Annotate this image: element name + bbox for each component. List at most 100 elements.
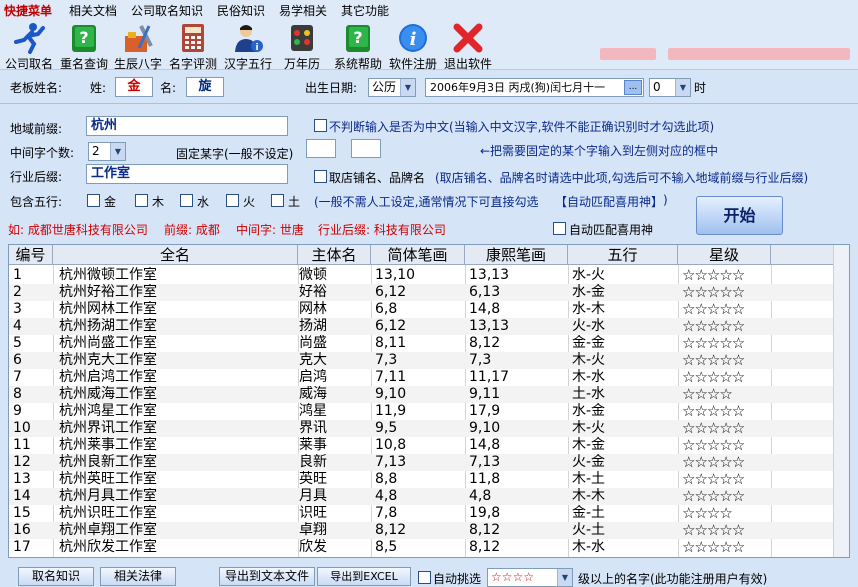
cell-mainname: 威海: [299, 386, 327, 402]
auto-match-checkbox[interactable]: [553, 222, 566, 235]
cell-mainname: 网林: [299, 301, 327, 317]
cell-mainname: 微顿: [299, 267, 327, 283]
cell-simplified-strokes: 10,8: [375, 437, 407, 453]
cell-simplified-strokes: 8,11: [375, 335, 407, 351]
menu-other[interactable]: 其它功能: [341, 2, 389, 19]
suffix-input[interactable]: 工作室: [86, 164, 288, 184]
hour-unit-label: 时: [694, 81, 707, 95]
toolbar-help[interactable]: ? 系统帮助: [332, 20, 384, 72]
toolbar-duplicate-check[interactable]: ? 重名查询: [58, 20, 110, 72]
cell-id: 16: [13, 522, 31, 538]
column-header-stars[interactable]: 星级: [678, 245, 771, 265]
cell-simplified-strokes: 8,12: [375, 522, 407, 538]
cell-kangxi-strokes: 14,8: [469, 437, 501, 453]
column-header-wuxing[interactable]: 五行: [568, 245, 678, 265]
cell-stars: ☆☆☆☆☆: [682, 454, 745, 471]
wuxing-wood-checkbox[interactable]: [135, 194, 148, 207]
menu-yixue[interactable]: 易学相关: [279, 2, 327, 19]
menu-folk-knowledge[interactable]: 民俗知识: [217, 2, 265, 19]
toolbar-company-naming[interactable]: 公司取名: [2, 20, 56, 72]
cell-wuxing: 木-木: [572, 488, 606, 504]
table-row[interactable]: 2 杭州好裕工作室 好裕 6,12 6,13 水-金 ☆☆☆☆☆: [9, 284, 849, 301]
menu-docs[interactable]: 相关文档: [69, 2, 117, 19]
menu-quick[interactable]: 快捷菜单: [4, 2, 52, 19]
column-header-simplified-strokes[interactable]: 简体笔画: [371, 245, 465, 265]
cell-wuxing: 木-火: [572, 420, 606, 436]
star-level-hint: 级以上的名字(此功能注册用户有效): [578, 572, 768, 586]
table-row[interactable]: 1 杭州微顿工作室 微顿 13,10 13,13 水-火 ☆☆☆☆☆: [9, 267, 849, 284]
table-row[interactable]: 6 杭州克大工作室 克大 7,3 7,3 木-火 ☆☆☆☆☆: [9, 352, 849, 369]
cell-stars: ☆☆☆☆☆: [682, 267, 745, 284]
menu-naming-knowledge[interactable]: 公司取名知识: [131, 2, 203, 19]
column-header-fullname[interactable]: 全名: [53, 245, 298, 265]
table-row[interactable]: 13 杭州英旺工作室 英旺 8,8 11,8 木-土 ☆☆☆☆☆: [9, 471, 849, 488]
birth-date-input[interactable]: 2006年9月3日 丙戌(狗)闰七月十一: [425, 78, 644, 97]
table-row[interactable]: 8 杭州威海工作室 威海 9,10 9,11 土-水 ☆☆☆☆: [9, 386, 849, 403]
auto-pick-checkbox[interactable]: [418, 571, 431, 584]
middle-count-label: 中间字个数:: [10, 146, 75, 160]
related-law-button[interactable]: 相关法律: [100, 567, 176, 586]
hour-select[interactable]: 0 ▼: [649, 78, 691, 97]
toolbar-name-evaluation[interactable]: 名字评测: [168, 20, 218, 72]
auto-match-checkbox-label: 自动匹配喜用神: [569, 223, 654, 237]
calendar-select[interactable]: 公历 ▼: [368, 78, 416, 97]
table-row[interactable]: 5 杭州尚盛工作室 尚盛 8,11 8,12 金-金 ☆☆☆☆☆: [9, 335, 849, 352]
cell-mainname: 扬湖: [299, 318, 327, 334]
auto-match-link[interactable]: 【自动匹配喜用神】: [555, 193, 663, 210]
cell-fullname: 杭州莱事工作室: [59, 437, 157, 453]
table-row[interactable]: 12 杭州良新工作室 良新 7,13 7,13 火-金 ☆☆☆☆☆: [9, 454, 849, 471]
toolbar-bazi[interactable]: 生辰八字: [112, 20, 164, 72]
date-picker-button[interactable]: ...: [624, 80, 642, 95]
example-suffix: 行业后缀: 科技有限公司: [318, 223, 446, 237]
cell-stars: ☆☆☆☆☆: [682, 488, 745, 505]
cell-wuxing: 金-金: [572, 335, 606, 351]
column-header-mainname[interactable]: 主体名: [298, 245, 371, 265]
table-row[interactable]: 11 杭州莱事工作室 莱事 10,8 14,8 木-金 ☆☆☆☆☆: [9, 437, 849, 454]
wuxing-gold-label: 金: [104, 195, 117, 209]
cell-kangxi-strokes: 17,9: [469, 403, 501, 419]
table-row[interactable]: 17 杭州欣发工作室 欣发 8,5 8,12 木-水 ☆☆☆☆☆: [9, 539, 849, 556]
given-name-input[interactable]: 旋: [186, 77, 224, 97]
table-row[interactable]: 3 杭州网林工作室 网林 6,8 14,8 水-木 ☆☆☆☆☆: [9, 301, 849, 318]
table-row[interactable]: 15 杭州识旺工作室 识旺 7,8 19,8 金-土 ☆☆☆☆: [9, 505, 849, 522]
cell-fullname: 杭州鸿星工作室: [59, 403, 157, 419]
svg-text:?: ?: [79, 28, 88, 47]
table-row[interactable]: 10 杭州界讯工作室 界讯 9,5 9,10 木-火 ☆☆☆☆☆: [9, 420, 849, 437]
table-row[interactable]: 16 杭州卓翔工作室 卓翔 8,12 8,12 火-土 ☆☆☆☆☆: [9, 522, 849, 539]
surname-input[interactable]: 金: [115, 77, 153, 97]
table-row[interactable]: 4 杭州扬湖工作室 扬湖 6,12 13,13 火-水 ☆☆☆☆☆: [9, 318, 849, 335]
wuxing-water-checkbox[interactable]: [180, 194, 193, 207]
middle-count-select[interactable]: 2 ▼: [88, 142, 126, 161]
toolbar-character-wuxing[interactable]: i 汉字五行: [222, 20, 274, 72]
store-brand-checkbox[interactable]: [314, 170, 327, 183]
fixed-char-hint: ←把需要固定的某个字输入到左侧对应的框中: [480, 144, 719, 158]
export-text-button[interactable]: 导出到文本文件: [219, 567, 315, 586]
no-chinese-check-checkbox[interactable]: [314, 119, 327, 132]
star-level-select[interactable]: ☆☆☆☆ ▼: [487, 568, 573, 587]
column-header-id[interactable]: 编号: [9, 245, 53, 265]
vertical-scrollbar[interactable]: [833, 245, 849, 557]
fixed-char-input-2[interactable]: [351, 139, 381, 158]
wuxing-earth-checkbox[interactable]: [271, 194, 284, 207]
toolbar-exit[interactable]: 退出软件: [442, 20, 494, 72]
table-row[interactable]: 9 杭州鸿星工作室 鸿星 11,9 17,9 水-金 ☆☆☆☆☆: [9, 403, 849, 420]
cell-mainname: 良新: [299, 454, 327, 470]
toolbar-calendar[interactable]: 万年历: [280, 20, 324, 72]
table-row[interactable]: 7 杭州启鸿工作室 启鸿 7,11 11,17 木-水 ☆☆☆☆☆: [9, 369, 849, 386]
export-excel-button[interactable]: 导出到EXCEL: [317, 567, 411, 586]
column-header-kangxi-strokes[interactable]: 康熙笔画: [465, 245, 568, 265]
start-button[interactable]: 开始: [696, 196, 783, 235]
cell-wuxing: 木-火: [572, 352, 606, 368]
table-row[interactable]: 14 杭州月具工作室 月具 4,8 4,8 木-木 ☆☆☆☆☆: [9, 488, 849, 505]
wuxing-gold-checkbox[interactable]: [87, 194, 100, 207]
cell-wuxing: 火-水: [572, 318, 606, 334]
cell-kangxi-strokes: 14,8: [469, 301, 501, 317]
fixed-char-input-1[interactable]: [306, 139, 336, 158]
prefix-input[interactable]: 杭州: [86, 116, 288, 136]
cell-mainname: 启鸿: [299, 369, 327, 385]
naming-knowledge-button[interactable]: 取名知识: [18, 567, 94, 586]
cell-stars: ☆☆☆☆☆: [682, 539, 745, 556]
no-chinese-check-label: 不判断输入是否为中文(当输入中文汉字,软件不能正确识别时才勾选此项): [329, 120, 715, 134]
toolbar-register[interactable]: i 软件注册: [388, 20, 438, 72]
wuxing-fire-checkbox[interactable]: [226, 194, 239, 207]
